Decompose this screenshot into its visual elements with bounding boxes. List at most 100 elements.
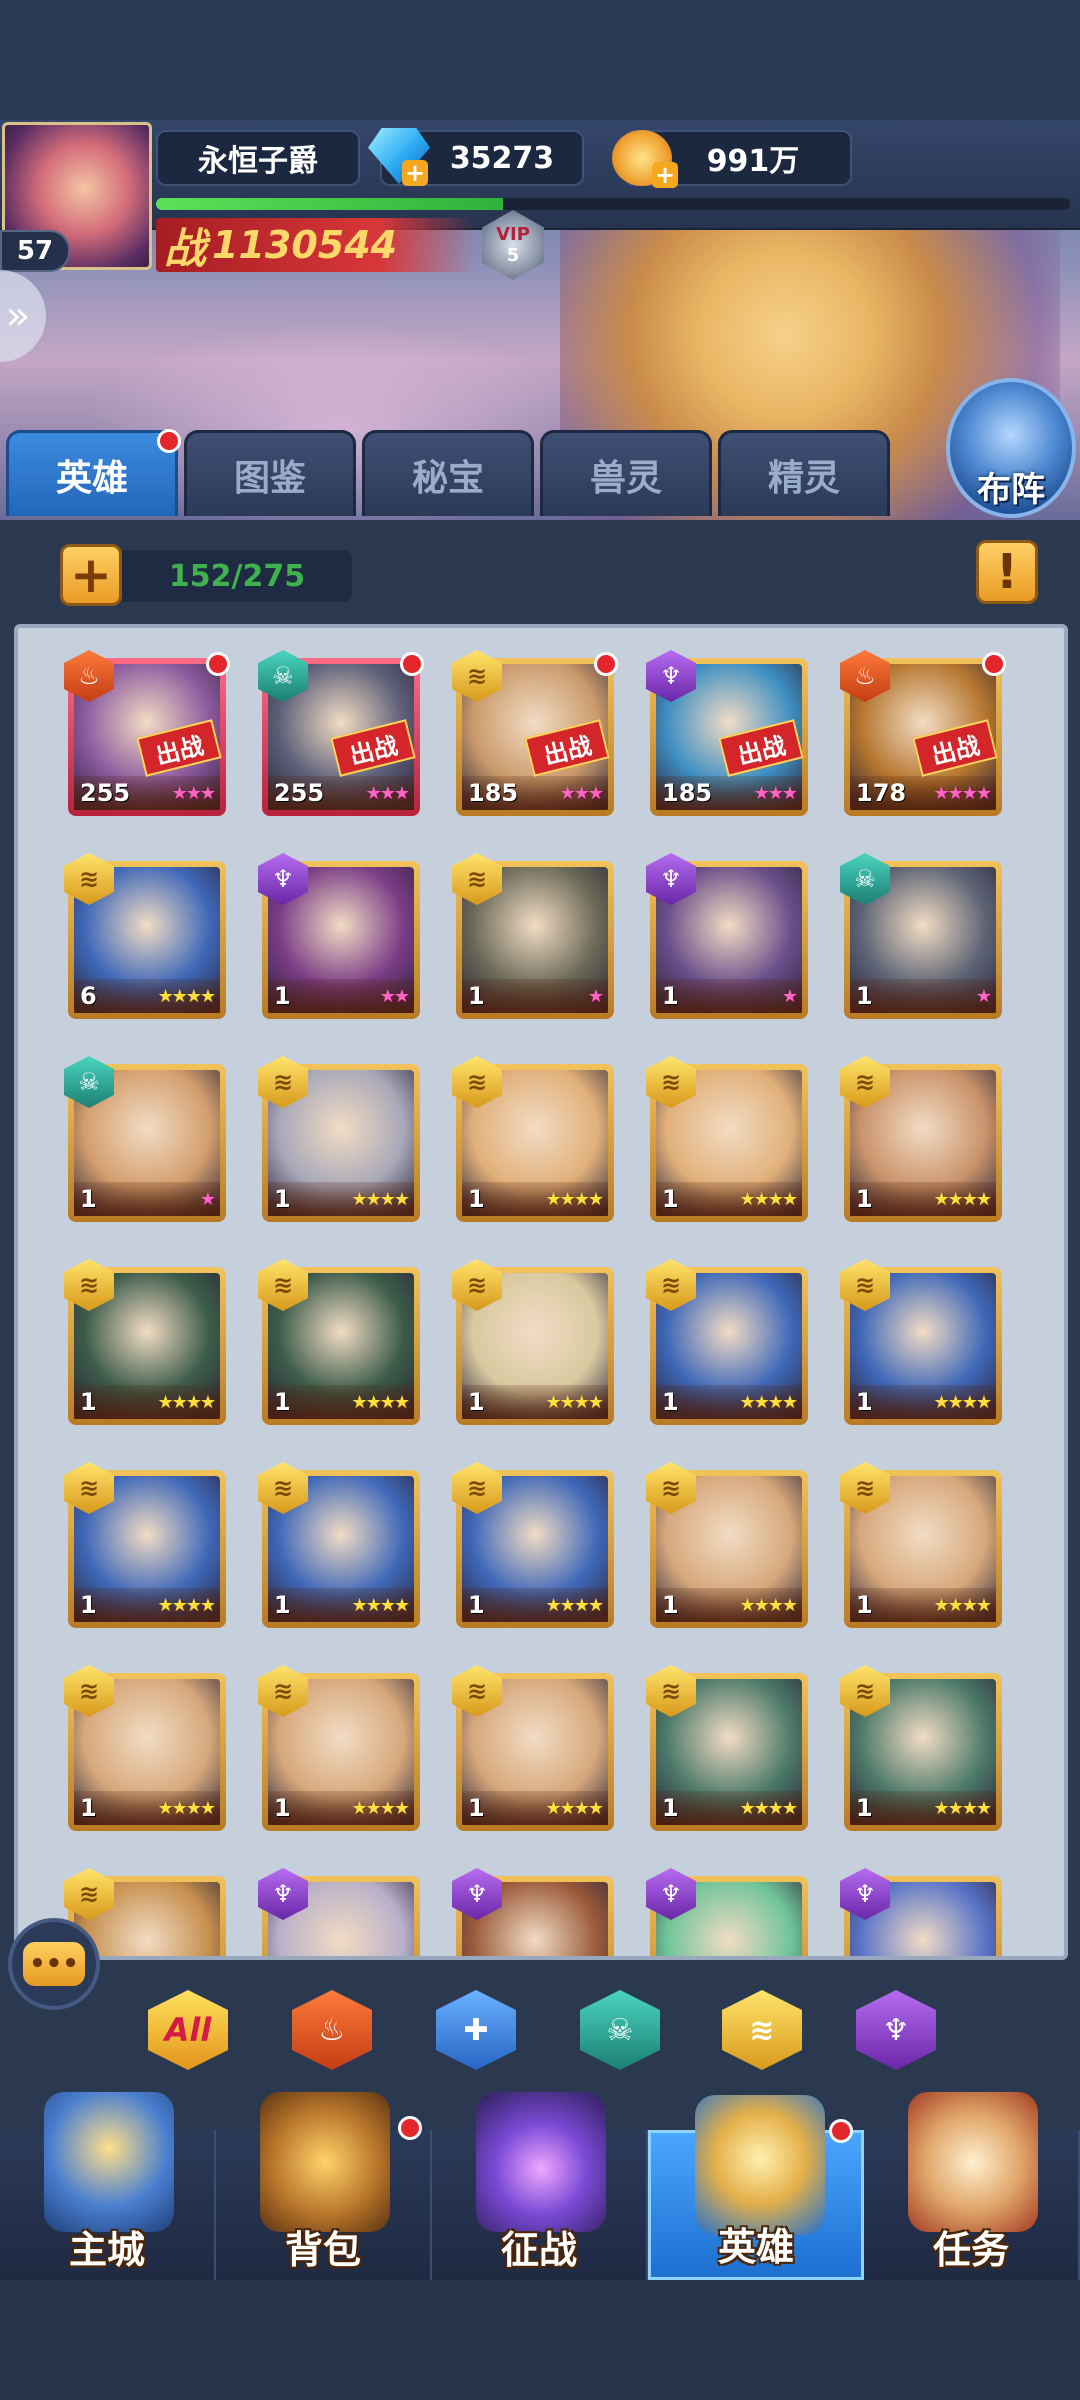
- hero-card[interactable]: ♨ 178 ★★★★ 出战: [840, 650, 1006, 816]
- chat-icon: •••: [23, 1942, 85, 1986]
- hero-level: 255: [274, 779, 325, 807]
- hero-card[interactable]: ♆: [646, 1868, 808, 1956]
- nav-item-0[interactable]: 主城: [0, 2092, 216, 2280]
- nav-label: 背包: [284, 2228, 361, 2272]
- hero-card[interactable]: ≋ 1 ★★★★: [840, 1665, 1002, 1831]
- expand-slots-button[interactable]: +: [60, 544, 122, 606]
- hero-card[interactable]: ≋ 1 ★★★★: [840, 1462, 1002, 1628]
- tab-2[interactable]: 秘宝: [362, 430, 534, 516]
- hero-card[interactable]: ≋ 1 ★★★★: [258, 1462, 420, 1628]
- hero-card[interactable]: ≋ 1 ★★★★: [840, 1056, 1002, 1222]
- bottom-nav: 主城 背包 征战 英雄 任务: [0, 2092, 1080, 2280]
- nav-label: 征战: [500, 2228, 577, 2272]
- player-level: 57: [0, 230, 70, 272]
- hero-card[interactable]: ≋ 1 ★★★★: [840, 1259, 1002, 1425]
- hero-info-bar: 1 ★★★★: [74, 1588, 220, 1622]
- filter-dark-faction-icon[interactable]: ♆: [856, 1990, 936, 2070]
- hero-card[interactable]: ♆ 185 ★★★ 出战: [646, 650, 808, 816]
- power-prefix: 战: [164, 223, 207, 273]
- hero-stars: ★★★★: [739, 1188, 798, 1210]
- hero-card[interactable]: ≋ 1 ★★★★: [64, 1665, 226, 1831]
- hero-info-bar: 1 ★★★★: [656, 1588, 802, 1622]
- hero-stars: ★★: [379, 985, 410, 1007]
- nav-item-2[interactable]: 征战: [432, 2092, 648, 2280]
- hero-level: 1: [80, 1388, 97, 1416]
- hero-info-bar: 1 ★★★★: [268, 1385, 414, 1419]
- hero-stars: ★★★★: [351, 1594, 410, 1616]
- hero-card[interactable]: ≋ 1 ★★★★: [646, 1462, 808, 1628]
- hero-level: 1: [274, 1794, 291, 1822]
- scroll-icon: [908, 2092, 1038, 2232]
- tab-0[interactable]: 英雄: [6, 429, 181, 516]
- hero-card[interactable]: ≋ 1 ★★★★: [646, 1259, 808, 1425]
- hero-level: 1: [274, 1388, 291, 1416]
- hero-info-bar: 255 ★★★: [268, 776, 414, 810]
- hero-stars: ★★★★: [933, 1594, 992, 1616]
- hero-card[interactable]: ☠ 255 ★★★ 出战: [258, 650, 424, 816]
- hero-card[interactable]: ♆: [452, 1868, 614, 1956]
- hero-level: 1: [662, 1388, 679, 1416]
- hero-card[interactable]: ≋ 1 ★★★★: [452, 1462, 614, 1628]
- hero-level: 185: [662, 779, 713, 807]
- hero-stars: ★: [587, 985, 604, 1007]
- hero-card[interactable]: ♆: [258, 1868, 420, 1956]
- hero-card[interactable]: ≋ 1 ★★★★: [64, 1462, 226, 1628]
- hero-card[interactable]: ≋ 6 ★★★★: [64, 853, 226, 1019]
- add-gold-button[interactable]: +: [652, 162, 678, 188]
- hero-card[interactable]: ≋ 1 ★: [452, 853, 614, 1019]
- hero-info-bar: 1 ★★★★: [268, 1588, 414, 1622]
- hero-info-bar: 1 ★★★★: [656, 1385, 802, 1419]
- hero-card[interactable]: ≋ 1 ★★★★: [258, 1056, 420, 1222]
- hero-level: 1: [80, 1794, 97, 1822]
- hero-level: 1: [274, 1185, 291, 1213]
- hero-card[interactable]: ≋ 1 ★★★★: [452, 1259, 614, 1425]
- hero-stars: ★★★: [365, 782, 410, 804]
- hero-stars: ★★★★: [157, 985, 216, 1007]
- hero-card[interactable]: ♆ 1 ★: [646, 853, 808, 1019]
- nav-item-4[interactable]: 任务: [864, 2092, 1080, 2280]
- hero-card[interactable]: ≋ 1 ★★★★: [452, 1665, 614, 1831]
- hero-stars: ★★★: [753, 782, 798, 804]
- info-button[interactable]: !: [976, 540, 1038, 604]
- hero-stars: ★★★★: [545, 1188, 604, 1210]
- tab-1[interactable]: 图鉴: [184, 430, 356, 516]
- hero-level: 1: [468, 1794, 485, 1822]
- hero-card[interactable]: ♨ 255 ★★★ 出战: [64, 650, 230, 816]
- hero-card[interactable]: ♆ 1 ★★: [258, 853, 420, 1019]
- hero-card[interactable]: ≋ 1 ★★★★: [646, 1056, 808, 1222]
- hero-card[interactable]: ♆: [840, 1868, 1002, 1956]
- filter-death-faction-icon[interactable]: ☠: [580, 1990, 660, 2070]
- tab-3[interactable]: 兽灵: [540, 430, 712, 516]
- filter-wind-faction-icon[interactable]: ≋: [722, 1990, 802, 2070]
- hero-level: 1: [856, 1591, 873, 1619]
- hero-card[interactable]: ☠ 1 ★: [840, 853, 1002, 1019]
- hero-card[interactable]: ≋ 185 ★★★ 出战: [452, 650, 618, 816]
- hero-level: 1: [856, 982, 873, 1010]
- hero-card[interactable]: ≋ 1 ★★★★: [258, 1665, 420, 1831]
- hero-card[interactable]: ≋ 1 ★★★★: [452, 1056, 614, 1222]
- hero-level: 1: [856, 1388, 873, 1416]
- hero-card[interactable]: ≋ 1 ★★★★: [64, 1259, 226, 1425]
- hero-level: 1: [468, 1388, 485, 1416]
- tab-4[interactable]: 精灵: [718, 430, 890, 516]
- hero-level: 1: [662, 982, 679, 1010]
- hero-card[interactable]: ≋ 1 ★★★★: [646, 1665, 808, 1831]
- nav-item-3[interactable]: 英雄: [648, 2095, 864, 2280]
- hero-level: 1: [274, 1591, 291, 1619]
- hero-info-bar: 6 ★★★★: [74, 979, 220, 1013]
- hero-stars: ★★★★: [351, 1188, 410, 1210]
- hero-grid-panel[interactable]: ♨ 255 ★★★ 出战 ☠ 255 ★★★ 出战 ≋ 185 ★★★ 出战 ♆ 185 ★★★ 出战 ♨ 178…: [14, 624, 1068, 1960]
- hero-stars: ★★★★: [351, 1391, 410, 1413]
- nav-item-1[interactable]: 背包: [216, 2092, 432, 2280]
- hero-info-bar: 1 ★★★★: [656, 1182, 802, 1216]
- hero-card[interactable]: ☠ 1 ★: [64, 1056, 226, 1222]
- hero-stars: ★★★★: [739, 1594, 798, 1616]
- notification-dot: [400, 652, 424, 676]
- add-gems-button[interactable]: +: [402, 160, 428, 186]
- filter-holy-faction-icon[interactable]: ✚: [436, 1990, 516, 2070]
- filter-fire-faction-icon[interactable]: ♨: [292, 1990, 372, 2070]
- filter-all-button[interactable]: All: [148, 1990, 228, 2070]
- exp-bar-fill: [156, 198, 504, 210]
- hero-card[interactable]: ≋ 1 ★★★★: [258, 1259, 420, 1425]
- hero-info-bar: 1 ★★★★: [656, 1791, 802, 1825]
